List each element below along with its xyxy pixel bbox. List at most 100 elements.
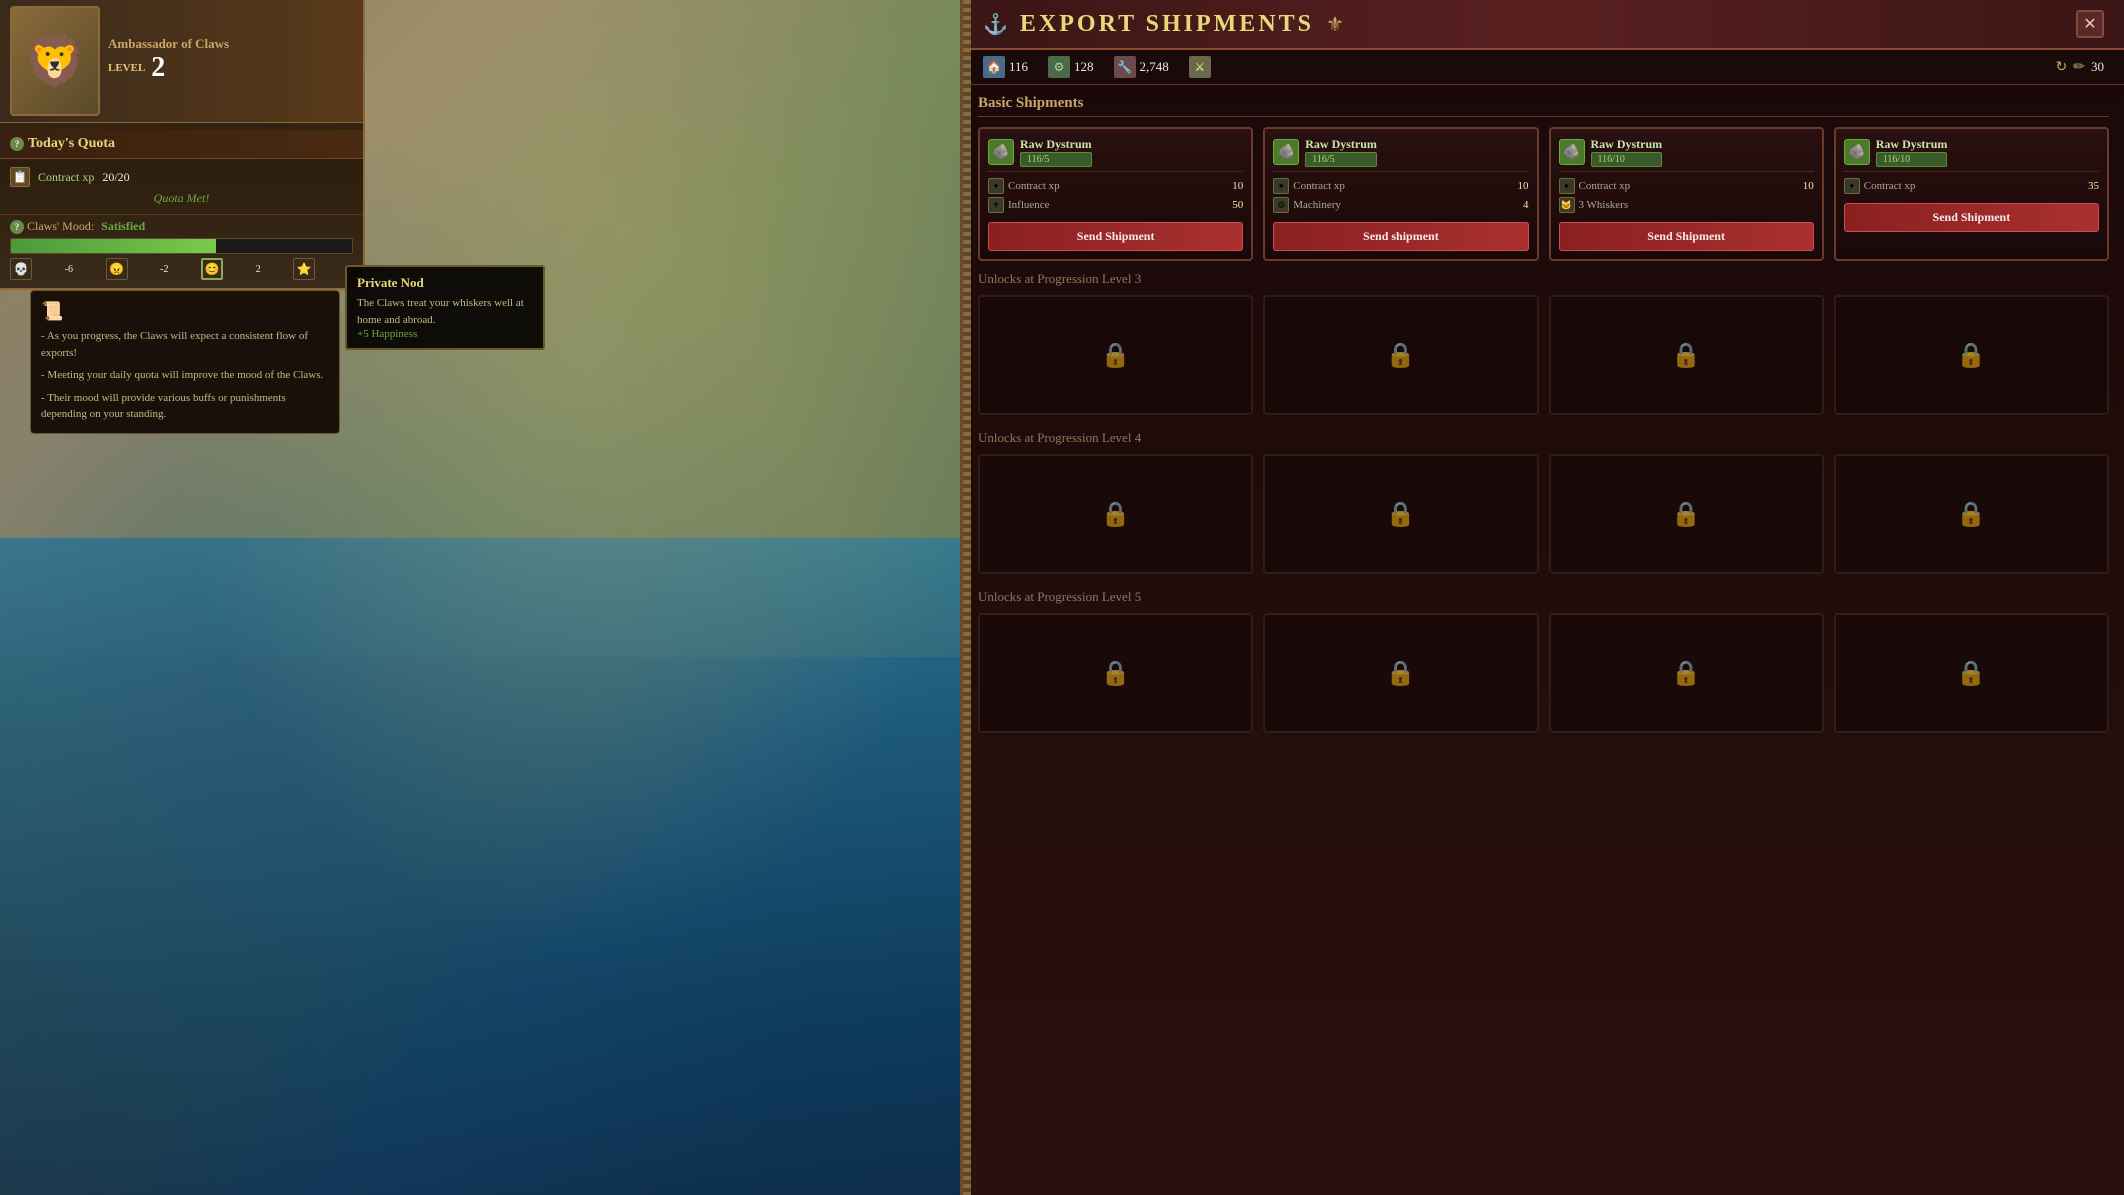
lock-icon-3-4: 🔒: [1956, 659, 1986, 688]
shipment-card-4-header: 🪨 Raw Dystrum 116/10: [1844, 137, 2099, 172]
tooltip-box: Private Nod The Claws treat your whisker…: [345, 265, 545, 350]
locked-cards-row-1: 🔒 🔒 🔒 🔒: [978, 295, 2109, 415]
shipment-card-3: 🪨 Raw Dystrum 116/10 ✦ Contract xp 10 🐱 …: [1549, 127, 1824, 261]
reward-label-2-2: Machinery: [1293, 199, 1341, 211]
lock-icon-3-1: 🔒: [1101, 659, 1131, 688]
tooltip-bonus: +5 Happiness: [357, 328, 533, 340]
quota-resource-icon: 📋: [10, 167, 30, 187]
reward-row-3-2: 🐱 3 Whiskers: [1559, 197, 1814, 213]
locked-header-2: Unlocks at Progression Level 4: [978, 430, 2109, 446]
shipment-resource-name-3: Raw Dystrum: [1591, 137, 1663, 152]
quota-help-icon[interactable]: ?: [10, 137, 24, 151]
ambassador-header: Ambassador of Claws LEVEL 2: [0, 0, 363, 123]
whiskers-icon-3: 🐱: [1559, 197, 1575, 213]
shipment-qty-4: 116/10: [1876, 152, 1948, 167]
ambassador-info: Ambassador of Claws LEVEL 2: [108, 36, 353, 86]
shipment-resource-name-4: Raw Dystrum: [1876, 137, 1948, 152]
xp-icon-2: ✦: [1273, 178, 1289, 194]
locked-card-1-2: 🔒: [1263, 295, 1538, 415]
reward-value-1-1: 10: [1232, 180, 1243, 192]
shipment-qty-1: 116/5: [1020, 152, 1092, 167]
info-bullet-2: - Meeting your daily quota will improve …: [41, 367, 329, 384]
export-deco-icon: ⚜: [1326, 12, 1344, 37]
shipment-card-4: 🪨 Raw Dystrum 116/10 ✦ Contract xp 35 Se…: [1834, 127, 2109, 261]
shipment-card-2-header: 🪨 Raw Dystrum 116/5: [1273, 137, 1528, 172]
locked-card-3-1: 🔒: [978, 613, 1253, 733]
xp-icon-1: ✦: [988, 178, 1004, 194]
reward-row-1-1: ✦ Contract xp 10: [988, 178, 1243, 194]
close-button[interactable]: ✕: [2076, 10, 2104, 38]
influence-icon-1: ⚜: [988, 197, 1004, 213]
ambassador-avatar: [10, 6, 100, 116]
reward-value-1-2: 50: [1232, 199, 1243, 211]
mood-num-2: 2: [256, 264, 261, 275]
mood-num-neg6: -6: [65, 264, 73, 275]
wrench-icon: 🔧: [1114, 56, 1136, 78]
quota-body: 📋 Contract xp 20/20 Quota Met!: [0, 159, 363, 214]
locked-card-1-1: 🔒: [978, 295, 1253, 415]
locked-section-1: Unlocks at Progression Level 3 🔒 🔒 🔒 🔒: [978, 271, 2109, 415]
locked-header-3: Unlocks at Progression Level 5: [978, 589, 2109, 605]
quota-panel: ? Today's Quota 📋 Contract xp 20/20 Quot…: [0, 130, 365, 290]
shipment-card-1-header: 🪨 Raw Dystrum 116/5: [988, 137, 1243, 172]
reward-label-3-1: Contract xp: [1579, 180, 1631, 192]
mood-help-icon[interactable]: ?: [10, 220, 24, 234]
xp-icon-3: ✦: [1559, 178, 1575, 194]
shipment-card-1: 🪨 Raw Dystrum 116/5 ✦ Contract xp 10 ⚜ I…: [978, 127, 1253, 261]
mood-icons-row: 💀 -6 😠 -2 😊 2 ⭐ 6: [10, 258, 353, 280]
resource-wrench: 🔧 2,748: [1114, 56, 1169, 78]
export-header: ⚓ EXPORT SHIPMENTS ⚜ ✕: [963, 0, 2124, 50]
send-shipment-btn-4[interactable]: Send Shipment: [1844, 203, 2099, 232]
shipment-cards-row: 🪨 Raw Dystrum 116/5 ✦ Contract xp 10 ⚜ I…: [978, 127, 2109, 261]
locked-cards-row-2: 🔒 🔒 🔒 🔒: [978, 454, 2109, 574]
lock-icon-1-1: 🔒: [1101, 341, 1131, 370]
export-panel: ⚓ EXPORT SHIPMENTS ⚜ ✕ 🏠 116 ⚙ 128 🔧 2,7…: [960, 0, 2124, 1195]
lock-icon-2-3: 🔒: [1671, 500, 1701, 529]
reward-label-1-2: Influence: [1008, 199, 1050, 211]
edit-icon[interactable]: ✏: [2073, 59, 2085, 76]
machinery-icon-2: ⚙: [1273, 197, 1289, 213]
resource-bar: 🏠 116 ⚙ 128 🔧 2,748 ⚔ ↻ ✏ 30: [963, 50, 2124, 85]
mood-bar-fill: [11, 239, 216, 253]
locked-card-2-2: 🔒: [1263, 454, 1538, 574]
info-panel: 📜 - As you progress, the Claws will expe…: [30, 290, 340, 434]
refresh-icon[interactable]: ↻: [2056, 59, 2068, 76]
quota-met-text: Quota Met!: [10, 191, 353, 206]
home-icon: 🏠: [983, 56, 1005, 78]
lock-icon-1-4: 🔒: [1956, 341, 1986, 370]
mood-icon-4: ⭐: [293, 258, 315, 280]
locked-card-3-3: 🔒: [1549, 613, 1824, 733]
locked-card-2-1: 🔒: [978, 454, 1253, 574]
shipment-card-2: 🪨 Raw Dystrum 116/5 ✦ Contract xp 10 ⚙ M…: [1263, 127, 1538, 261]
info-bullet-3: - Their mood will provide various buffs …: [41, 390, 329, 423]
send-shipment-btn-3[interactable]: Send Shipment: [1559, 222, 1814, 251]
lock-icon-2-2: 🔒: [1386, 500, 1416, 529]
level-row: LEVEL 2: [108, 54, 353, 82]
reward-row-1-2: ⚜ Influence 50: [988, 197, 1243, 213]
lock-icon-3-3: 🔒: [1671, 659, 1701, 688]
mood-icon-3: 😊: [201, 258, 223, 280]
locked-card-2-4: 🔒: [1834, 454, 2109, 574]
basic-shipments-section: Basic Shipments 🪨 Raw Dystrum 116/5 ✦ Co…: [963, 85, 2124, 758]
level-number: 2: [151, 54, 165, 82]
quota-header: ? Today's Quota: [0, 130, 363, 159]
send-shipment-btn-1[interactable]: Send Shipment: [988, 222, 1243, 251]
deco-border: [963, 0, 971, 1195]
send-shipment-btn-2[interactable]: Send shipment: [1273, 222, 1528, 251]
lock-icon-3-2: 🔒: [1386, 659, 1416, 688]
mood-icon-2: 😠: [106, 258, 128, 280]
reward-row-2-1: ✦ Contract xp 10: [1273, 178, 1528, 194]
mood-icon-1: 💀: [10, 258, 32, 280]
quota-item: 📋 Contract xp 20/20: [10, 167, 353, 187]
resource-cog: ⚙ 128: [1048, 56, 1094, 78]
reward-label-4-1: Contract xp: [1864, 180, 1916, 192]
dystrum-icon-2: 🪨: [1273, 139, 1299, 165]
shipment-qty-3: 116/10: [1591, 152, 1663, 167]
lock-icon-1-2: 🔒: [1386, 341, 1416, 370]
ambassador-title: Ambassador of Claws: [108, 36, 353, 52]
cog-icon: ⚙: [1048, 56, 1070, 78]
mood-status: Satisfied: [101, 219, 145, 233]
reward-value-2-2: 4: [1523, 199, 1529, 211]
mood-bar-outer: [10, 238, 353, 254]
xp-icon-4: ✦: [1844, 178, 1860, 194]
